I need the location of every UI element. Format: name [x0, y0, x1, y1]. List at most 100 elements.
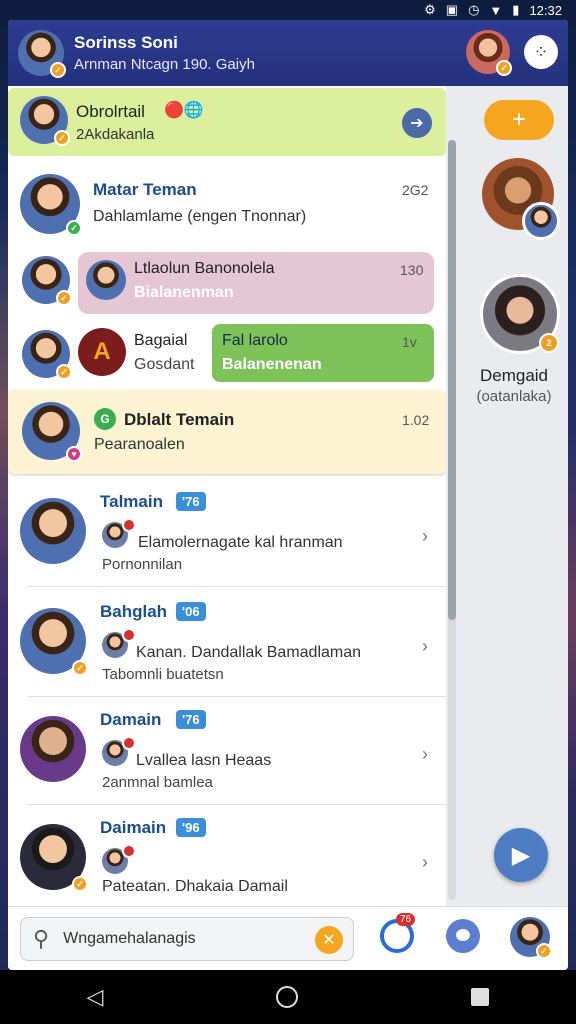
contact-avatar: ✓ — [20, 824, 88, 892]
sim-icon: ▣ — [445, 2, 459, 17]
battery-icon: ▮ — [512, 2, 520, 17]
message-bubble: Ltlaolun Banonolela Bialanenman 130 — [78, 252, 434, 314]
chat-row[interactable]: ✓ Matar Teman Dahlamlame (engen Tnonnar)… — [8, 166, 446, 246]
group-icon: G — [94, 408, 116, 430]
system-nav-bar: ◁ — [0, 970, 576, 1024]
heart-icon: ♥ — [66, 446, 82, 462]
chat-sub: Pornonnilan — [102, 556, 183, 573]
play-button[interactable]: ▶ — [494, 828, 548, 882]
chat-sub: Tabomnli buatetsn — [102, 666, 224, 683]
online-icon: ✓ — [66, 220, 82, 236]
chat-time: 2G2 — [402, 182, 429, 198]
status-time: 12:32 — [529, 2, 562, 18]
alarm-icon: ◷ — [468, 2, 480, 17]
divider — [28, 804, 446, 805]
friend-avatar[interactable]: ✓ — [466, 30, 512, 76]
status-badge: '06 — [176, 602, 206, 621]
chat-preview: Kanan. Dandallak Bamadlaman — [136, 644, 362, 661]
verified-icon: ✓ — [536, 943, 552, 959]
bubble-name: Fal larolo — [222, 332, 288, 349]
chat-bubble-icon[interactable] — [446, 919, 480, 953]
settings-icon: ⚙ — [424, 2, 436, 17]
chat-list: ✓ Obrolrtail 🔴🌐 2Akdakanla ➔ ✓ Matar Tem… — [8, 86, 446, 906]
contact-avatar: ✓ — [20, 96, 70, 146]
chevron-right-icon: › — [422, 744, 428, 764]
chevron-right-icon: › — [422, 636, 428, 656]
featured-avatar[interactable]: 2 — [480, 274, 560, 354]
contact-avatar — [20, 498, 86, 564]
chat-preview: Gosdant — [134, 356, 195, 373]
divider — [28, 696, 446, 697]
scrollbar[interactable] — [448, 140, 456, 900]
verified-icon: ✓ — [72, 876, 88, 892]
contact-avatar: ✓ — [20, 174, 82, 236]
chat-name: Obrolrtail — [76, 102, 145, 121]
chat-time: 130 — [400, 262, 424, 278]
chat-sub: 2anmnal bamlea — [102, 774, 213, 791]
header-subtitle: Arnman Ntcagn 190. Gaiyh — [74, 56, 255, 73]
clear-icon[interactable]: ✕ — [315, 926, 343, 954]
chat-preview: Elamolernagate kal hranman — [138, 534, 343, 551]
new-chat-button[interactable]: + — [484, 100, 554, 140]
chat-row[interactable]: Damain '76 Lvallea lasn Heaas 2anmnal ba… — [8, 700, 446, 804]
sender-avatar — [86, 260, 126, 300]
verified-icon: ✓ — [50, 62, 66, 78]
chat-row[interactable]: ✓ A Bagaial Gosdant Fal larolo Balanenen… — [8, 322, 446, 392]
scroll-thumb[interactable] — [448, 140, 456, 620]
chat-preview: 2Akdakanla — [76, 126, 155, 143]
menu-dots-button[interactable]: ⁘ — [524, 35, 558, 69]
chat-row[interactable]: ✓ Bahglah '06 Kanan. Dandallak Bamadlama… — [8, 592, 446, 696]
status-badge: '76 — [176, 710, 206, 729]
search-box[interactable]: ⚲ ✕ — [20, 917, 354, 961]
home-icon[interactable] — [276, 986, 299, 1008]
chat-name: Matar Teman — [93, 180, 197, 199]
chevron-right-icon: › — [422, 852, 428, 872]
wifi-icon: ▼ — [489, 2, 503, 18]
chat-time: 1.02 — [402, 412, 430, 428]
chat-name: Dblalt Temain — [124, 410, 235, 429]
recents-icon[interactable] — [471, 988, 490, 1006]
verified-icon: ✓ — [496, 60, 512, 76]
verified-icon: ✓ — [54, 130, 70, 146]
chat-row[interactable]: Talmain '76 Elamolernagate kal hranman P… — [8, 482, 446, 586]
chat-name: Talmain — [100, 492, 163, 511]
status-bar: ⚙ ▣ ◷ ▼ ▮ 12:32 — [0, 0, 576, 20]
chat-name: Bahglah — [100, 602, 168, 621]
chat-row[interactable]: ✓ Obrolrtail 🔴🌐 2Akdakanla ➔ — [8, 88, 446, 156]
divider — [28, 586, 446, 587]
chat-row[interactable]: ✓ Ltlaolun Banonolela Bialanenman 130 — [8, 250, 446, 320]
chat-name: Damain — [100, 710, 162, 729]
arrow-right-icon[interactable]: ➔ — [402, 108, 432, 138]
verified-icon: ✓ — [56, 290, 72, 306]
message-bubble: Fal larolo Balanenenan 1v — [212, 324, 434, 382]
app-window: ✓ Sorinss Soni Arnman Ntcagn 190. Gaiyh … — [8, 20, 568, 970]
user-avatar[interactable]: ✓ — [18, 30, 66, 78]
emoji-icon: 🔴🌐 — [164, 102, 204, 119]
chat-row[interactable]: ♥ G Dblalt Temain Pearanoalen 1.02 — [8, 390, 446, 474]
unread-icon — [122, 736, 136, 750]
chat-name: Daimain — [100, 818, 167, 837]
unread-icon — [122, 844, 136, 858]
verified-icon: ✓ — [72, 660, 88, 676]
unread-icon — [122, 518, 136, 532]
story-small-avatar[interactable] — [522, 202, 560, 240]
status-badge: '96 — [176, 818, 206, 837]
bubble-preview: Balanenenan — [222, 356, 322, 373]
chat-preview: Lvallea lasn Heaas — [136, 752, 272, 769]
right-panel: + 2 Demgaid (oatanlaka) ▶ — [460, 86, 568, 906]
chat-row[interactable]: ✓ Daimain '96 Pateatan. Dhakaia Damail › — [8, 808, 446, 906]
unread-icon — [122, 628, 136, 642]
notification-count: 76 — [396, 913, 416, 926]
profile-avatar[interactable]: ✓ — [510, 917, 552, 959]
back-icon[interactable]: ◁ — [87, 984, 104, 1010]
verified-icon: ✓ — [56, 364, 72, 380]
chat-name: Ltlaolun Banonolela — [134, 260, 275, 277]
chat-preview: Pearanoalen — [94, 436, 185, 453]
search-icon: ⚲ — [33, 926, 50, 951]
search-input[interactable] — [63, 930, 284, 948]
contact-avatar: ✓ — [22, 256, 72, 306]
chat-preview: Bialanenman — [134, 284, 234, 301]
app-logo-icon: A — [78, 328, 126, 376]
chat-preview: Pateatan. Dhakaia Damail — [102, 878, 288, 895]
contact-avatar: ✓ — [22, 330, 72, 380]
